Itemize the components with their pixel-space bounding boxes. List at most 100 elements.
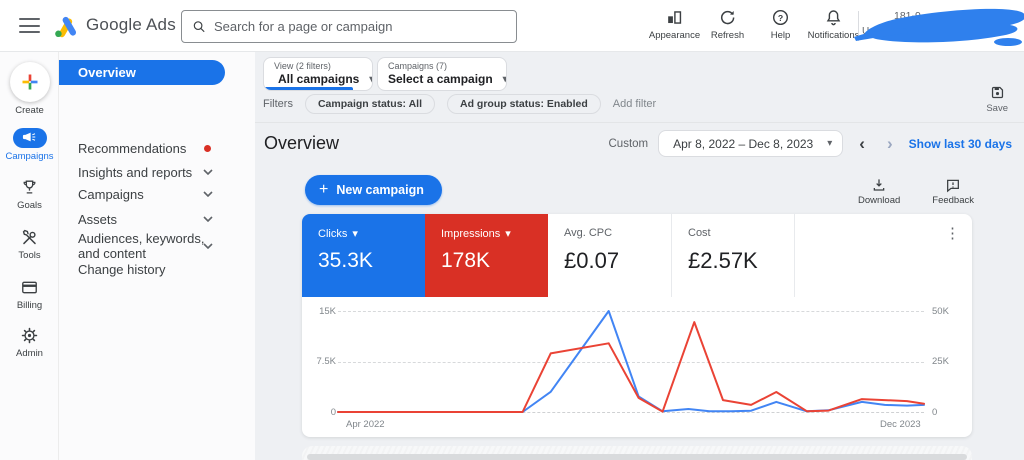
x-axis-tick-dec-2023: Dec 2023 [880,419,921,430]
save-button[interactable]: Save [986,84,1008,114]
save-icon [989,84,1006,101]
avg-cpc-label: Avg. CPC [564,227,612,239]
add-filter-button[interactable]: Add filter [613,98,656,110]
help-icon: ? [771,8,790,27]
create-button[interactable] [10,62,50,102]
rail-label-admin: Admin [16,348,43,359]
campaign-tab-label: Campaigns (7) [388,61,498,71]
date-range-picker[interactable]: Apr 8, 2022 – Dec 8, 2023 ▾ [658,130,843,157]
filters-label: Filters [263,98,293,110]
recommendations-badge-dot [204,145,211,152]
page-title: Overview [264,133,339,154]
feedback-label: Feedback [932,195,974,206]
campaign-tab-value: Select a campaign [388,72,493,86]
campaigns-active-pill[interactable] [13,128,47,148]
refresh-icon [718,8,737,27]
app-title: Google Ads [86,15,176,35]
filter-chip-adgroup-status[interactable]: Ad group status: Enabled [447,94,601,114]
date-prev-button[interactable]: ‹ [853,134,871,154]
trophy-icon [20,178,39,197]
appearance-label: Appearance [649,30,700,41]
nav-item-overview[interactable]: Overview [59,60,225,85]
notifications-icon [824,8,843,27]
clicks-value: 35.3K [318,249,425,273]
filter-chip-campaign-status[interactable]: Campaign status: All [305,94,435,114]
rail-item-create[interactable]: Create [0,62,59,116]
show-last-30-days-link[interactable]: Show last 30 days [909,137,1012,151]
campaign-select-tab[interactable]: Campaigns (7) Select a campaign ▾ [377,57,507,91]
scorecard-empty: ⋮ [794,214,972,297]
main-content: View (2 filters) All campaigns ▾ Campaig… [255,52,1024,460]
search-input[interactable] [214,19,506,34]
nav-label-recommendations: Recommendations [78,141,186,156]
search-icon [192,19,206,34]
global-search[interactable] [181,10,517,43]
nav-label-campaigns: Campaigns [78,187,144,202]
plot-area [338,311,924,412]
right-axis-tick-25k: 25K [932,356,949,367]
rail-item-campaigns[interactable]: Campaigns [0,128,59,162]
nav-label-assets: Assets [78,212,117,227]
dropdown-arrow-icon: ▾ [827,138,832,149]
nav-item-audiences[interactable]: Audiences, keywords, and content [59,230,255,262]
x-axis-tick-apr-2022: Apr 2022 [346,419,385,430]
nav-item-assets[interactable]: Assets [59,209,255,229]
rail-item-goals[interactable]: Goals [0,178,59,211]
download-label: Download [858,195,900,206]
dropdown-arrow-icon: ▾ [503,74,507,85]
rail-label-goals: Goals [17,200,42,211]
nav-label-change-history: Change history [78,262,165,277]
feedback-button[interactable]: Feedback [932,177,974,206]
clicks-label: Clicks [318,228,347,240]
download-button[interactable]: Download [858,177,900,206]
header-row: Overview Custom Apr 8, 2022 – Dec 8, 202… [255,128,1024,160]
cost-value: £2.57K [688,248,794,274]
nav-label-overview: Overview [78,65,136,80]
view-filter-tab[interactable]: View (2 filters) All campaigns ▾ [263,57,373,91]
rail-label-billing: Billing [17,300,42,311]
appearance-button[interactable]: Appearance [648,8,701,41]
next-card [302,446,972,460]
timeseries-chart: 15K 7.5K 0 50K 25K 0 Apr 2022 Dec 2023 [302,297,972,437]
dropdown-arrow-icon: ▾ [352,227,358,240]
chart-actions: Download Feedback [858,177,974,206]
left-axis-tick-7-5k: 7.5K [308,356,336,367]
nav-label-audiences: Audiences, keywords, and content [78,231,216,261]
megaphone-icon [22,132,38,144]
dropdown-arrow-icon: ▾ [505,227,511,240]
help-button[interactable]: ? Help [754,8,807,41]
refresh-button[interactable]: Refresh [701,8,754,41]
rail-item-tools[interactable]: Tools [0,228,59,261]
menu-icon[interactable] [19,18,40,33]
nav-item-insights[interactable]: Insights and reports [59,162,255,182]
scorecard-cost[interactable]: Cost £2.57K [671,214,794,297]
date-next-button[interactable]: › [881,134,899,154]
chart-lines [338,311,924,412]
account-info[interactable]: 181-9 Us [862,6,1018,48]
nav-item-change-history[interactable]: Change history [59,259,255,279]
more-options-icon[interactable]: ⋮ [945,224,960,242]
icon-rail: Create Campaigns Goals Tools [0,52,59,460]
right-axis-tick-50k: 50K [932,306,949,317]
save-label: Save [986,103,1008,114]
rail-label-campaigns: Campaigns [5,151,53,162]
redaction-scribble [848,4,1024,52]
new-campaign-button[interactable]: + New campaign [305,175,442,205]
rail-item-admin[interactable]: Admin [0,326,59,359]
nav-item-recommendations[interactable]: Recommendations [59,138,255,158]
topbar-actions: Appearance Refresh ? Help Notifications [648,8,860,41]
scorecard-impressions[interactable]: Impressions▾ 178K [425,214,548,297]
nav-item-campaigns[interactable]: Campaigns [59,184,255,204]
appearance-icon [665,8,684,27]
dropdown-arrow-icon: ▾ [369,74,373,85]
filters-row: Filters Campaign status: All Ad group st… [263,94,656,114]
view-tab-label: View (2 filters) [274,61,364,71]
rail-item-billing[interactable]: Billing [0,278,59,311]
nav-label-insights: Insights and reports [78,165,192,180]
scorecard-clicks[interactable]: Clicks ▾ 35.3K [302,214,425,297]
chevron-down-icon [203,191,213,197]
impressions-label: Impressions [441,228,500,240]
rail-label-create: Create [15,105,44,116]
scorecard-avg-cpc[interactable]: Avg. CPC £0.07 [548,214,671,297]
svg-text:?: ? [778,13,783,23]
